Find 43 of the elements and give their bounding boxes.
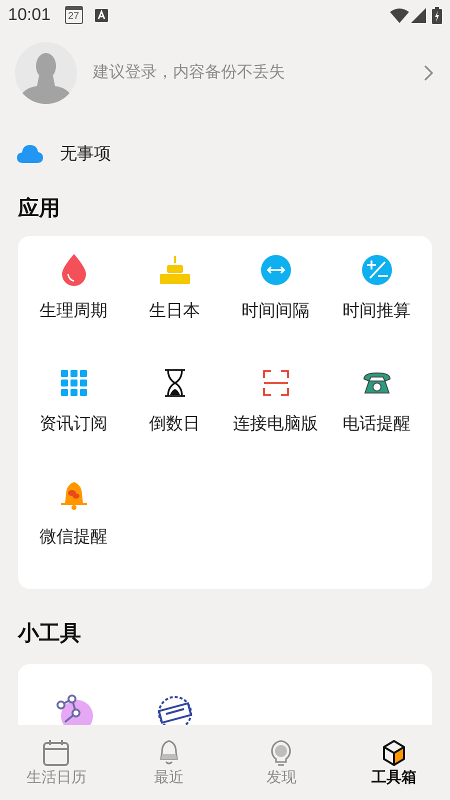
grid-icon [60, 370, 86, 396]
tab[interactable]: 工具箱 [338, 725, 450, 800]
signal-icon [411, 8, 426, 22]
calendar-icon: 27 [64, 6, 83, 24]
status-time: 10:01 [8, 4, 51, 26]
app-tile[interactable]: 连接电脑版 [225, 365, 326, 478]
keyboard-icon [94, 8, 108, 22]
app-label: 生理周期 [40, 300, 108, 322]
cube-icon [382, 740, 406, 766]
app-tile[interactable]: 微信提醒 [23, 478, 124, 591]
wifi-icon [390, 8, 409, 22]
app-label: 电话提醒 [342, 413, 410, 435]
app-tile[interactable]: 资讯订阅 [23, 365, 124, 478]
section-title: 应用 [18, 196, 61, 222]
scan-frame-icon [262, 370, 288, 396]
app-label: 连接电脑版 [233, 413, 318, 435]
cake-icon [158, 254, 190, 286]
telephone-icon [362, 371, 390, 395]
cloud-icon [17, 145, 43, 163]
app-label: 时间推算 [342, 300, 410, 322]
app-tile[interactable]: 时间间隔 [225, 252, 326, 365]
light-bulb-icon [270, 740, 292, 766]
chevron-right-icon [424, 65, 434, 81]
app-tile[interactable]: 生理周期 [23, 252, 124, 365]
app-tile[interactable]: 倒数日 [124, 365, 225, 478]
calendar-icon [43, 740, 70, 766]
bell-icon [158, 740, 180, 766]
app-tile[interactable]: 生日本 [124, 252, 225, 365]
bell-icon [60, 481, 88, 511]
app-label: 倒数日 [149, 413, 200, 435]
app-label: 资讯订阅 [40, 413, 108, 435]
app-label: 生日本 [149, 300, 200, 322]
app-label: 微信提醒 [40, 526, 108, 548]
app-tile[interactable]: 电话提醒 [326, 365, 427, 478]
avatar-icon [15, 42, 77, 104]
login-prompt: 建议登录，内容备份不丢失 [93, 62, 286, 83]
app-label: 时间间隔 [242, 300, 310, 322]
app-tile[interactable]: 时间推算 [326, 252, 427, 365]
plus-minus-icon [360, 254, 392, 286]
battery-icon [432, 6, 442, 24]
section-title: 小工具 [18, 621, 82, 647]
sync-status: 无事项 [60, 143, 111, 166]
hourglass-icon [164, 369, 186, 397]
